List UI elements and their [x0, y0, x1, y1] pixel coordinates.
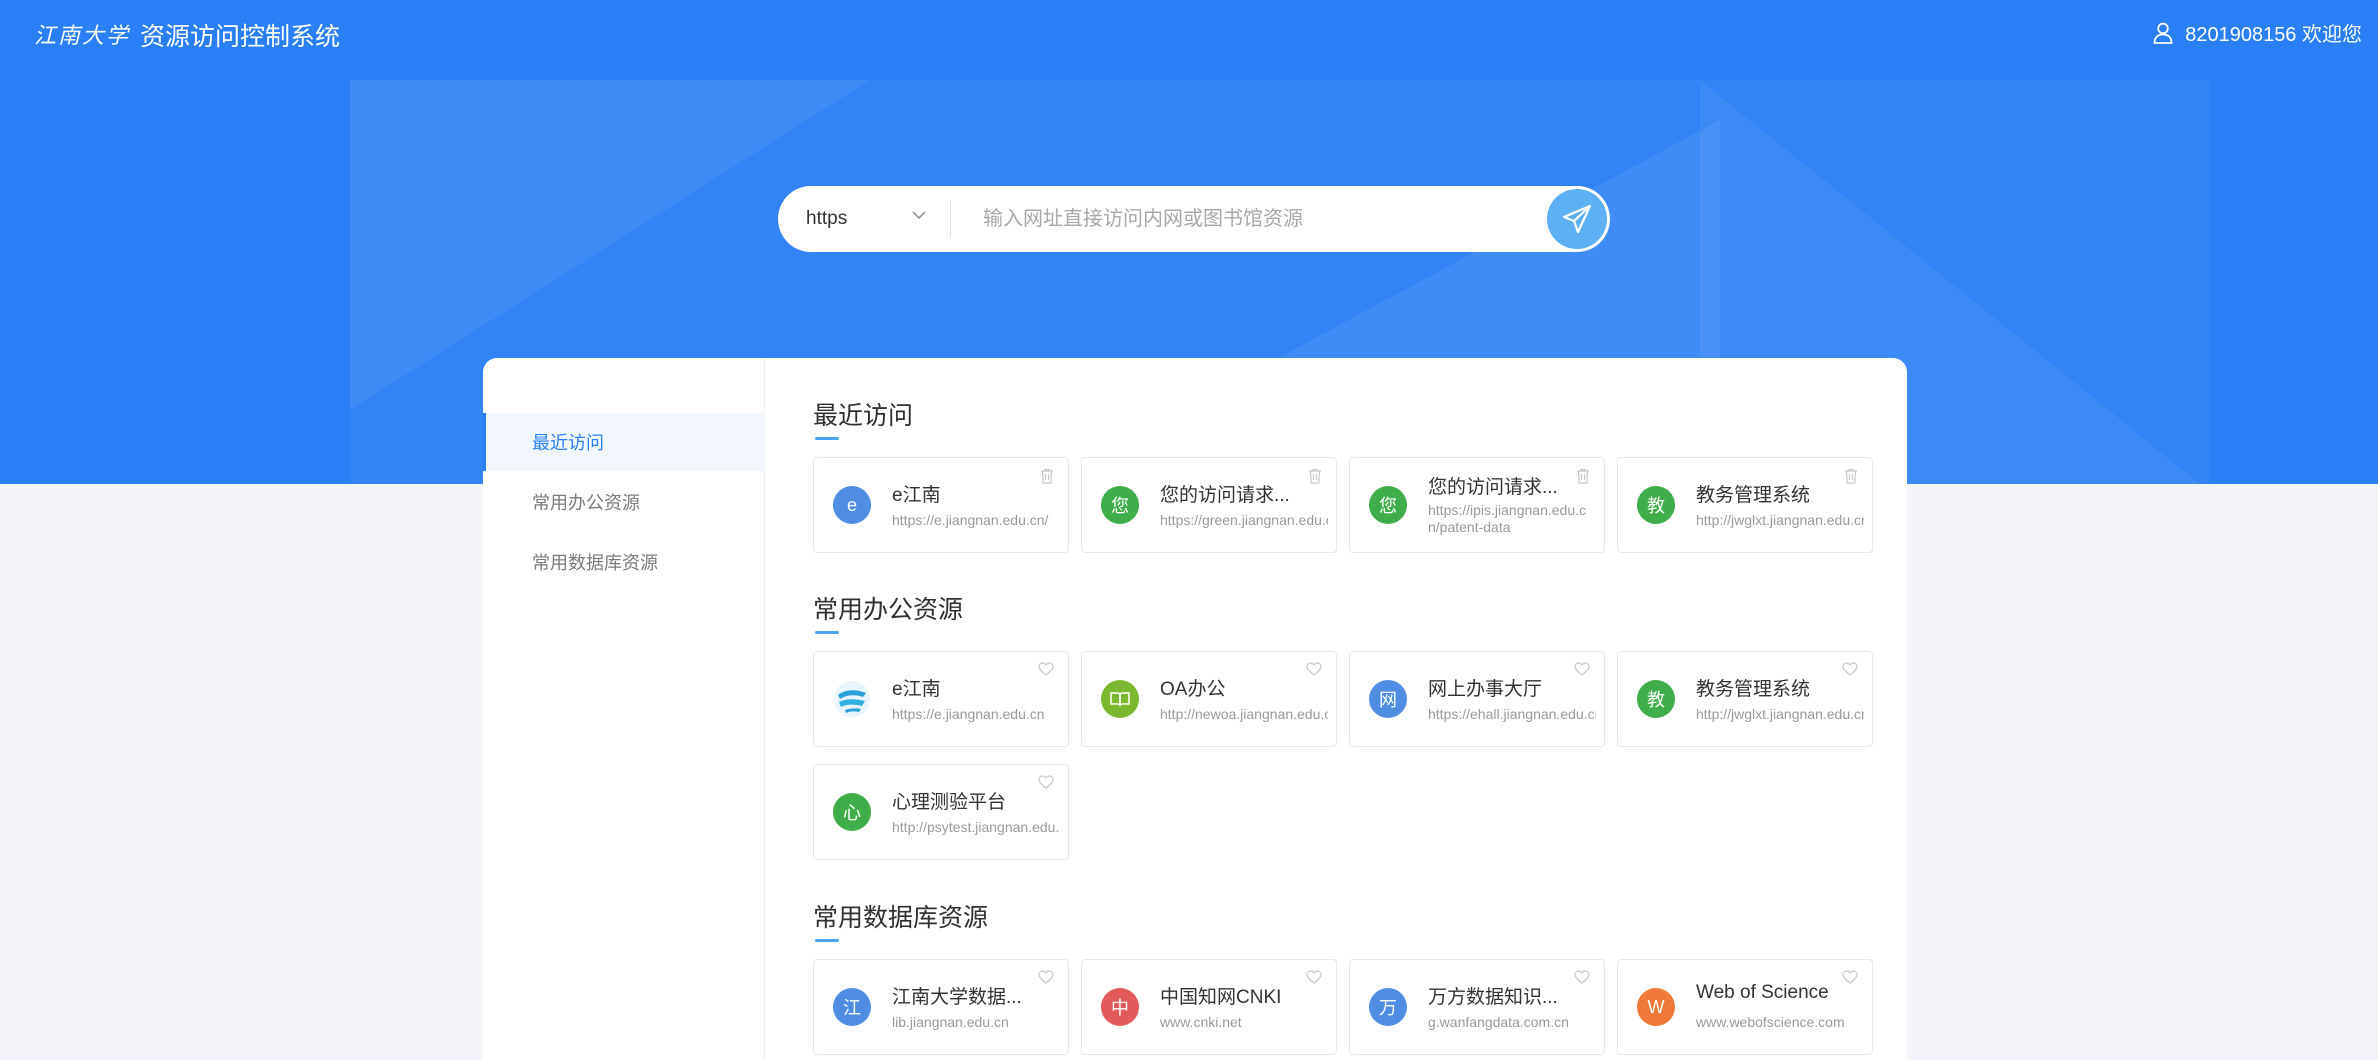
heart-icon[interactable]: [1038, 775, 1054, 789]
resource-url: https://e.jiangnan.edu.cn/: [892, 512, 1049, 528]
resource-card[interactable]: e江南 https://e.jiangnan.edu.cn: [813, 651, 1069, 747]
resource-card[interactable]: 中 中国知网CNKI www.cnki.net: [1081, 959, 1337, 1055]
resource-card[interactable]: 教 教务管理系统 http://jwglxt.jiangnan.edu.cn: [1617, 457, 1873, 553]
resource-card[interactable]: 网 网上办事大厅 https://ehall.jiangnan.edu.cn: [1349, 651, 1605, 747]
resource-url: www.webofscience.com: [1696, 1014, 1845, 1030]
paper-plane-icon: [1562, 204, 1592, 234]
resource-avatar: e: [833, 486, 871, 524]
resource-avatar: 中: [1101, 988, 1139, 1026]
user-greeting: 8201908156 欢迎您: [2185, 24, 2362, 46]
resource-name: 中国知网CNKI: [1160, 987, 1282, 1008]
app-title: 资源访问控制系统: [140, 23, 341, 51]
chevron-down-icon: [912, 211, 926, 220]
trash-icon[interactable]: [1308, 468, 1322, 484]
section-title-office: 常用办公资源: [813, 590, 964, 634]
heart-icon[interactable]: [1038, 970, 1054, 984]
search-bar: https: [778, 186, 1610, 252]
resource-card[interactable]: 您 您的访问请求... https://ipis.jiangnan.edu.cn…: [1349, 457, 1605, 553]
resource-url: https://green.jiangnan.edu.cn: [1160, 512, 1328, 528]
go-button[interactable]: [1547, 189, 1607, 249]
resource-card[interactable]: W Web of Science www.webofscience.com: [1617, 959, 1873, 1055]
resource-url: http://jwglxt.jiangnan.edu.cn: [1696, 512, 1864, 528]
resource-name: Web of Science: [1696, 982, 1829, 1003]
sidebar-item-recent[interactable]: 最近访问: [483, 413, 765, 471]
resource-url: http://newoa.jiangnan.edu.cn: [1160, 706, 1328, 722]
resource-name: 您的访问请求...: [1428, 477, 1558, 498]
resource-name: 教务管理系统: [1696, 679, 1811, 700]
resource-card[interactable]: 江 江南大学数据... lib.jiangnan.edu.cn: [813, 959, 1069, 1055]
resource-url: http://jwglxt.jiangnan.edu.cn: [1696, 706, 1864, 722]
section-title-database: 常用数据库资源: [813, 898, 989, 942]
resource-name: 网上办事大厅: [1428, 679, 1543, 700]
url-input[interactable]: [951, 186, 1547, 252]
resource-card[interactable]: 心 心理测验平台 http://psytest.jiangnan.edu.cn: [813, 764, 1069, 860]
oa-book-icon: [1101, 680, 1139, 718]
title-underline: [815, 939, 839, 942]
resource-avatar: 您: [1369, 486, 1407, 524]
e-jiangnan-logo-icon: [833, 680, 871, 718]
sidebar-item-database[interactable]: 常用数据库资源: [483, 533, 765, 591]
resource-url: lib.jiangnan.edu.cn: [892, 1014, 1009, 1030]
trash-icon[interactable]: [1040, 468, 1054, 484]
resource-name: e江南: [892, 485, 941, 506]
resource-card[interactable]: e e江南 https://e.jiangnan.edu.cn/: [813, 457, 1069, 553]
resource-url: www.cnki.net: [1160, 1014, 1242, 1030]
resource-card[interactable]: 您 您的访问请求... https://green.jiangnan.edu.c…: [1081, 457, 1337, 553]
resource-name: 江南大学数据...: [892, 987, 1022, 1008]
resource-name: e江南: [892, 679, 941, 700]
heart-icon[interactable]: [1306, 662, 1322, 676]
heart-icon[interactable]: [1574, 970, 1590, 984]
sidebar: 最近访问 常用办公资源 常用数据库资源: [483, 358, 765, 1060]
trash-icon[interactable]: [1576, 468, 1590, 484]
section-title-text: 常用办公资源: [813, 596, 964, 624]
resource-name: OA办公: [1160, 679, 1226, 700]
resource-card[interactable]: 教 教务管理系统 http://jwglxt.jiangnan.edu.cn: [1617, 651, 1873, 747]
heart-icon[interactable]: [1038, 662, 1054, 676]
resource-card[interactable]: OA办公 http://newoa.jiangnan.edu.cn: [1081, 651, 1337, 747]
user-icon: [2153, 22, 2173, 44]
resource-url: http://psytest.jiangnan.edu.cn: [892, 819, 1060, 835]
resource-name: 心理测验平台: [892, 792, 1007, 813]
university-logo: 江南大学: [34, 24, 131, 49]
resource-avatar: 心: [833, 793, 871, 831]
resource-card[interactable]: 万 万方数据知识... g.wanfangdata.com.cn: [1349, 959, 1605, 1055]
resource-avatar: 江: [833, 988, 871, 1026]
heart-icon[interactable]: [1842, 662, 1858, 676]
title-underline: [815, 437, 839, 440]
resource-url: https://ipis.jiangnan.edu.cn/patent-data: [1428, 502, 1586, 535]
resource-name: 教务管理系统: [1696, 485, 1811, 506]
resource-avatar: 网: [1369, 680, 1407, 718]
heart-icon[interactable]: [1306, 970, 1322, 984]
resource-panel: 最近访问 常用办公资源 常用数据库资源 最近访问 e e江南 https://e…: [483, 358, 1907, 1060]
resource-url: https://e.jiangnan.edu.cn: [892, 706, 1045, 722]
resource-name: 您的访问请求...: [1160, 485, 1290, 506]
section-title-recent: 最近访问: [813, 396, 914, 440]
resource-avatar: 教: [1637, 680, 1675, 718]
section-title-text: 常用数据库资源: [813, 904, 989, 932]
trash-icon[interactable]: [1844, 468, 1858, 484]
resource-avatar: W: [1637, 988, 1675, 1026]
resource-avatar: 万: [1369, 988, 1407, 1026]
heart-icon[interactable]: [1842, 970, 1858, 984]
resource-url: g.wanfangdata.com.cn: [1428, 1014, 1569, 1030]
top-bar: 江南大学 资源访问控制系统 8201908156 欢迎您: [0, 0, 2378, 66]
protocol-value: https: [806, 208, 848, 229]
resource-avatar: 教: [1637, 486, 1675, 524]
resource-avatar: 您: [1101, 486, 1139, 524]
resource-url: https://ehall.jiangnan.edu.cn: [1428, 706, 1596, 722]
title-underline: [815, 631, 839, 634]
resource-name: 万方数据知识...: [1428, 987, 1558, 1008]
section-title-text: 最近访问: [813, 402, 914, 430]
sidebar-item-office[interactable]: 常用办公资源: [483, 473, 765, 531]
heart-icon[interactable]: [1574, 662, 1590, 676]
protocol-select[interactable]: https: [778, 186, 950, 252]
user-menu[interactable]: 8201908156 欢迎您: [2153, 18, 2362, 47]
